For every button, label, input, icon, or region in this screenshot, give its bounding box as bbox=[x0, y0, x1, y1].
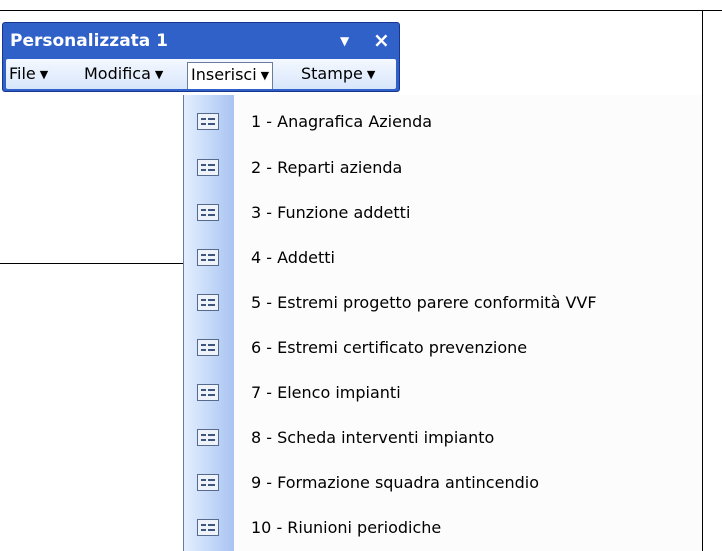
menu-item-label: 6 - Estremi certificato prevenzione bbox=[251, 338, 528, 357]
menu-file[interactable]: File ▼ bbox=[6, 62, 51, 86]
menu-inserisci-label: Inserisci bbox=[191, 65, 257, 84]
menu-item-label: 4 - Addetti bbox=[251, 248, 335, 267]
chevron-down-icon: ▼ bbox=[39, 68, 49, 81]
menu-item-reparti-azienda[interactable]: 2 - Reparti azienda bbox=[184, 145, 702, 191]
form-icon bbox=[197, 384, 219, 401]
menu-item-estremi-progetto[interactable]: 5 - Estremi progetto parere conformità V… bbox=[184, 280, 702, 326]
form-icon bbox=[197, 159, 219, 176]
menu-item-estremi-certificato[interactable]: 6 - Estremi certificato prevenzione bbox=[184, 325, 702, 371]
form-icon bbox=[197, 429, 219, 446]
form-icon bbox=[197, 249, 219, 266]
menu-item-label: 8 - Scheda interventi impianto bbox=[251, 428, 495, 447]
menu-item-label: 2 - Reparti azienda bbox=[251, 158, 403, 177]
menu-item-label: 5 - Estremi progetto parere conformità V… bbox=[251, 293, 597, 312]
menu-inserisci[interactable]: Inserisci ▼ bbox=[187, 62, 274, 89]
menu-item-formazione-squadra[interactable]: 9 - Formazione squadra antincendio bbox=[184, 460, 702, 506]
menu-item-scheda-interventi[interactable]: 8 - Scheda interventi impianto bbox=[184, 415, 702, 461]
close-icon[interactable]: × bbox=[373, 28, 390, 52]
background-line-top bbox=[0, 10, 722, 11]
menu-modifica-label: Modifica bbox=[84, 64, 151, 83]
menu-item-label: 9 - Formazione squadra antincendio bbox=[251, 473, 539, 492]
menu-item-anagrafica-azienda[interactable]: 1 - Anagrafica Azienda bbox=[184, 99, 702, 145]
menu-item-riunioni-periodiche[interactable]: 10 - Riunioni periodiche bbox=[184, 505, 702, 551]
chevron-down-icon: ▼ bbox=[366, 68, 376, 81]
form-icon bbox=[197, 339, 219, 356]
menu-item-label: 10 - Riunioni periodiche bbox=[251, 518, 442, 537]
form-icon bbox=[197, 204, 219, 221]
menu-item-label: 7 - Elenco impianti bbox=[251, 383, 401, 402]
menu-item-label: 3 - Funzione addetti bbox=[251, 203, 411, 222]
toolbar-title[interactable]: Personalizzata 1 bbox=[10, 26, 168, 56]
chevron-down-icon: ▼ bbox=[260, 69, 270, 82]
custom-toolbar[interactable]: Personalizzata 1 ▼ × File ▼ Modifica ▼ Ins… bbox=[2, 22, 400, 92]
toolbar-options-icon[interactable]: ▼ bbox=[340, 31, 349, 51]
menu-stampe[interactable]: Stampe ▼ bbox=[298, 62, 378, 86]
menu-item-funzione-addetti[interactable]: 3 - Funzione addetti bbox=[184, 190, 702, 236]
menubar: File ▼ Modifica ▼ Inserisci ▼ Stampe ▼ bbox=[6, 59, 396, 89]
menu-item-elenco-impianti[interactable]: 7 - Elenco impianti bbox=[184, 370, 702, 416]
menu-modifica[interactable]: Modifica ▼ bbox=[81, 62, 166, 86]
menu-item-addetti[interactable]: 4 - Addetti bbox=[184, 235, 702, 281]
background-line-right bbox=[702, 10, 703, 551]
inserisci-dropdown-menu: 1 - Anagrafica Azienda 2 - Reparti azien… bbox=[183, 95, 702, 551]
form-icon bbox=[197, 474, 219, 491]
form-icon bbox=[197, 294, 219, 311]
chevron-down-icon: ▼ bbox=[154, 68, 164, 81]
background-line-middle bbox=[0, 263, 186, 264]
menu-item-label: 1 - Anagrafica Azienda bbox=[251, 112, 433, 131]
form-icon bbox=[197, 113, 219, 130]
menu-file-label: File bbox=[9, 64, 36, 83]
menu-stampe-label: Stampe bbox=[301, 64, 363, 83]
form-icon bbox=[197, 519, 219, 536]
